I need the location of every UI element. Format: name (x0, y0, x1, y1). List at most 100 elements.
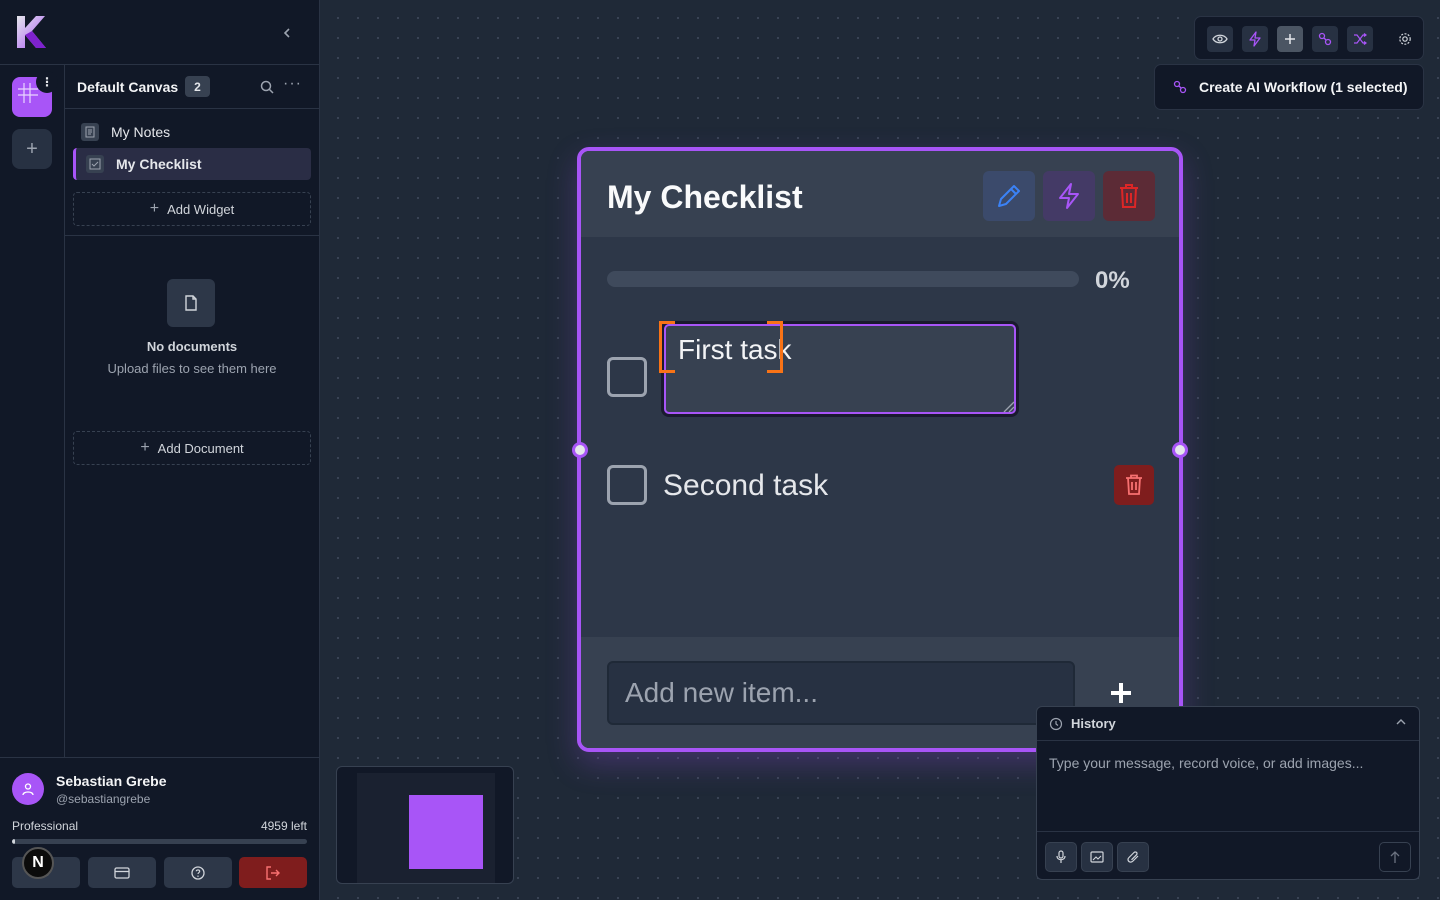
billing-button[interactable] (88, 857, 156, 888)
microphone-icon (1056, 850, 1066, 863)
add-canvas-button[interactable]: + (12, 129, 52, 169)
empty-documents-subtitle: Upload files to see them here (107, 361, 277, 376)
panel-header: Default Canvas 2 ··· (65, 65, 319, 109)
shuffle-icon (1354, 33, 1367, 45)
add-document-label: Add Document (157, 440, 244, 456)
sidebar-item-label: My Notes (111, 124, 171, 140)
plan-name: Professional (12, 819, 79, 833)
trash-icon (1120, 184, 1138, 208)
credits-left: 4959 left (260, 819, 307, 833)
sidebar-item-my-notes[interactable]: My Notes (73, 116, 311, 148)
task-checkbox[interactable] (607, 357, 647, 397)
pencil-icon (998, 185, 1020, 207)
more-options-icon[interactable]: ··· (283, 75, 302, 93)
workflow-icon (1318, 32, 1332, 46)
chat-message-input[interactable] (1037, 741, 1419, 831)
widget-title: My Checklist (607, 179, 803, 215)
ai-widget-button[interactable] (1043, 171, 1095, 221)
ai-action-button[interactable] (1242, 26, 1268, 52)
avatar[interactable] (12, 773, 44, 805)
plus-icon: + (26, 137, 38, 160)
sidebar: ⋮ + Default Canvas 2 ··· My Notes My Che… (0, 0, 320, 900)
panel-divider (65, 235, 319, 236)
canvas-thumbnail-button[interactable]: ⋮ (12, 71, 58, 117)
plus-icon: + (140, 439, 150, 456)
create-ai-workflow-button[interactable]: Create AI Workflow (1 selected) (1154, 64, 1424, 110)
add-node-button[interactable] (1277, 26, 1303, 52)
credit-card-icon (114, 866, 130, 879)
trash-icon (1126, 474, 1142, 495)
add-document-button[interactable]: + Add Document (73, 431, 311, 465)
connection-handle-right[interactable] (1172, 442, 1188, 458)
document-icon (167, 279, 215, 327)
task-label[interactable]: Second task (663, 469, 828, 503)
bolt-icon (1059, 183, 1079, 209)
checklist-icon (86, 155, 104, 173)
checklist-progress (607, 271, 1079, 287)
minimap[interactable] (336, 766, 514, 884)
logout-button[interactable] (239, 857, 307, 888)
user-section: Sebastian Grebe @sebastiangrebe Professi… (0, 757, 320, 900)
task-checkbox[interactable] (607, 465, 647, 505)
clock-icon (1049, 717, 1063, 730)
chat-footer (1037, 831, 1419, 880)
minimap-node (409, 795, 483, 869)
attach-file-button[interactable] (1117, 842, 1149, 872)
history-label: History (1071, 716, 1116, 731)
chat-history-header[interactable]: History (1037, 707, 1419, 741)
connection-handle-left[interactable] (572, 442, 588, 458)
app-logo (17, 16, 46, 48)
sidebar-item-label: My Checklist (116, 156, 202, 172)
selection-bracket-right (767, 321, 783, 373)
arrow-up-icon (1390, 851, 1400, 863)
plus-icon (1285, 34, 1295, 44)
canvas-options-icon[interactable]: ⋮ (36, 71, 58, 93)
search-icon[interactable] (259, 79, 275, 95)
shuffle-button[interactable] (1347, 26, 1373, 52)
user-name: Sebastian Grebe (56, 773, 167, 789)
workflow-button[interactable] (1312, 26, 1338, 52)
plus-icon: + (149, 200, 160, 217)
edit-widget-button[interactable] (983, 171, 1035, 221)
n-badge[interactable]: N (22, 847, 54, 879)
preview-button[interactable] (1207, 26, 1233, 52)
canvas-settings-button[interactable] (1392, 26, 1418, 52)
checklist-widget[interactable]: My Checklist 0% Second task (577, 147, 1183, 752)
canvas-name: Default Canvas (77, 79, 179, 95)
chat-panel: History (1036, 706, 1420, 880)
add-item-button[interactable] (1105, 677, 1137, 709)
minimap-viewport (357, 773, 495, 883)
paperclip-icon (1127, 851, 1139, 863)
delete-widget-button[interactable] (1103, 171, 1155, 221)
widget-count-badge: 2 (185, 76, 210, 97)
record-voice-button[interactable] (1045, 842, 1077, 872)
collapse-sidebar-button[interactable] (276, 22, 298, 44)
task-edit-input[interactable] (661, 321, 1019, 417)
chevron-up-icon[interactable] (1395, 716, 1407, 728)
bolt-icon (1249, 31, 1261, 47)
help-button[interactable] (164, 857, 232, 888)
add-image-button[interactable] (1081, 842, 1113, 872)
widget-panel: Default Canvas 2 ··· My Notes My Checkli… (65, 65, 319, 757)
selection-bracket-left (659, 321, 675, 373)
image-icon (1090, 851, 1104, 863)
user-icon (22, 783, 34, 796)
canvas-toolbar (1194, 16, 1424, 60)
user-handle: @sebastiangrebe (56, 792, 151, 806)
sidebar-item-my-checklist[interactable]: My Checklist (73, 148, 311, 180)
add-widget-label: Add Widget (167, 201, 235, 217)
canvas-rail: ⋮ + (0, 65, 65, 757)
gear-icon (1399, 33, 1411, 45)
empty-documents-title: No documents (146, 339, 238, 354)
delete-task-button[interactable] (1114, 465, 1154, 505)
add-widget-button[interactable]: + Add Widget (73, 192, 311, 226)
credits-progress (12, 839, 307, 844)
workflow-button-label: Create AI Workflow (1 selected) (1199, 79, 1408, 95)
widget-header: My Checklist (581, 151, 1179, 237)
workflow-icon (1173, 80, 1187, 94)
progress-percent: 0% (1095, 267, 1130, 294)
add-item-input[interactable] (607, 661, 1075, 725)
send-message-button[interactable] (1379, 842, 1411, 872)
help-icon (191, 865, 205, 880)
resize-grip-icon[interactable] (1001, 399, 1015, 413)
